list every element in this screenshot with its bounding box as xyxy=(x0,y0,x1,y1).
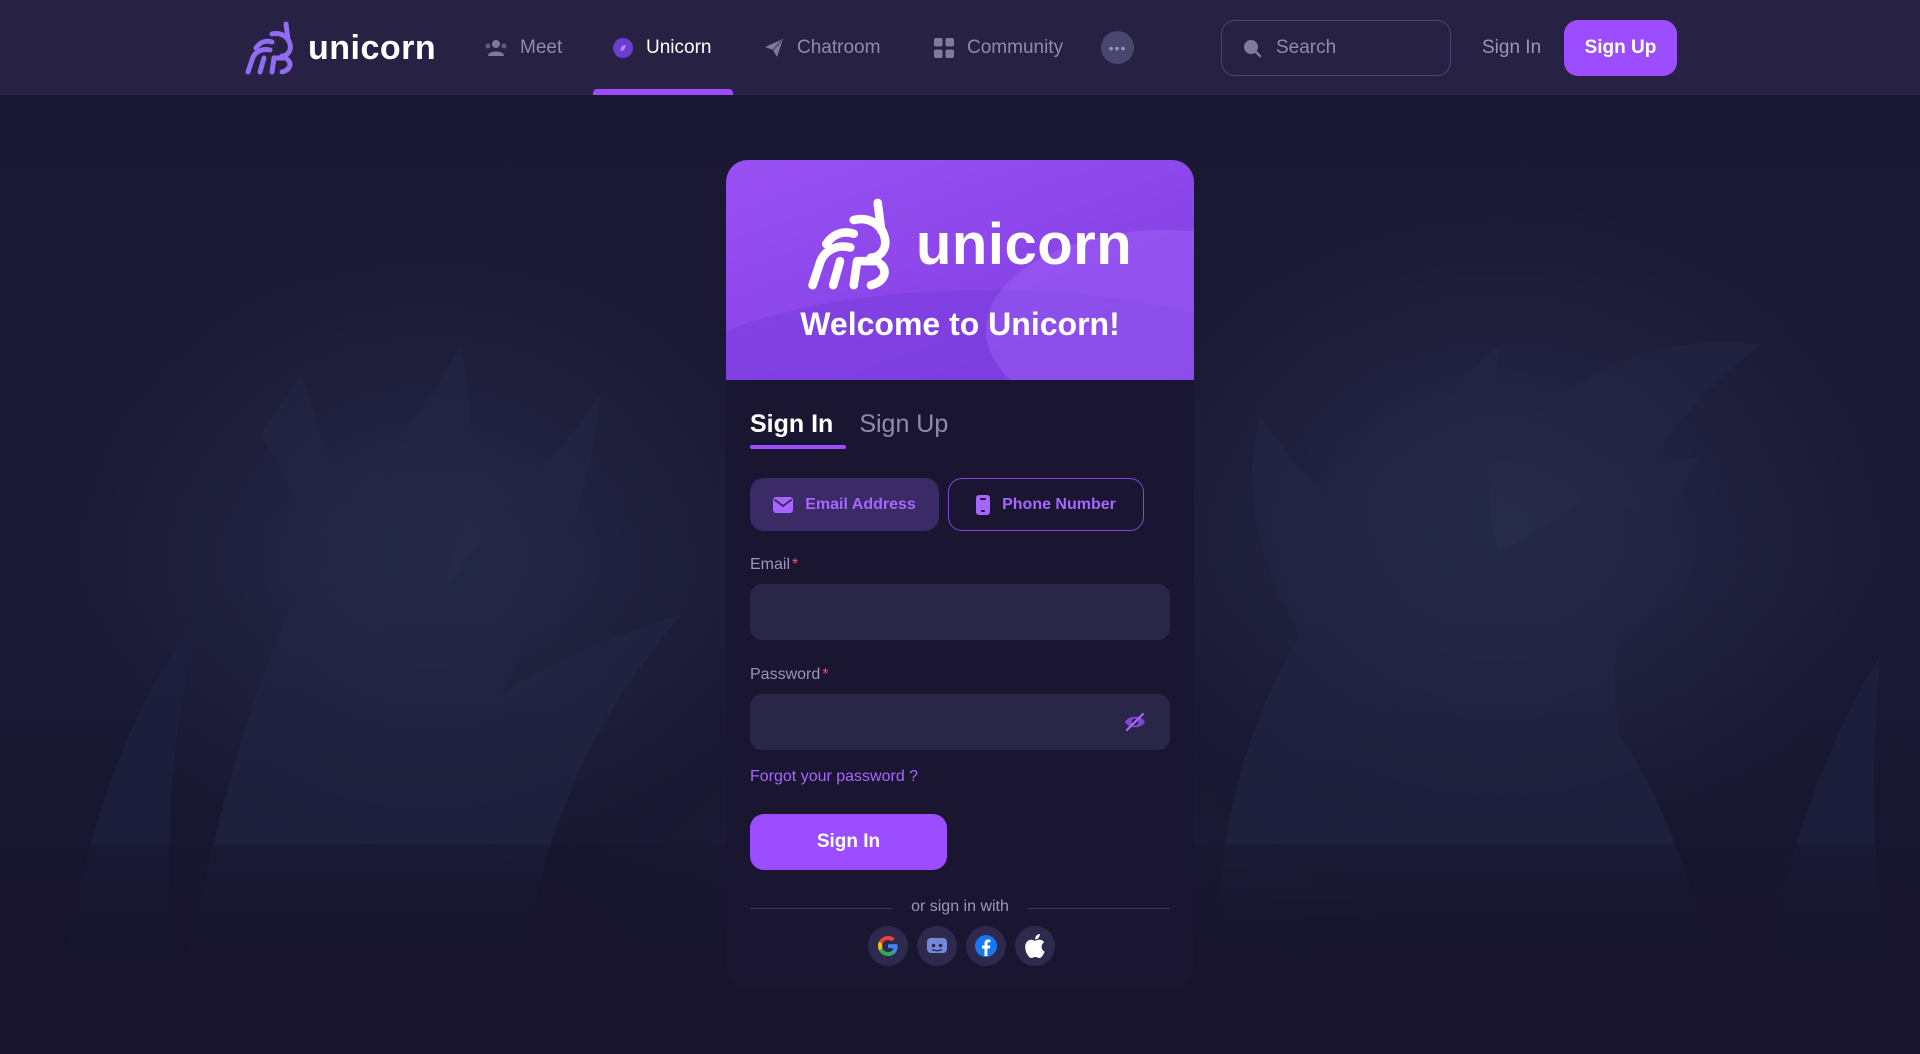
paper-plane-icon xyxy=(765,37,784,57)
unicorn-logo-icon xyxy=(245,21,293,75)
tab-sign-up[interactable]: Sign Up xyxy=(859,410,948,449)
nav-label-community: Community xyxy=(967,36,1064,58)
nav-label-chatroom: Chatroom xyxy=(797,36,881,58)
search-icon xyxy=(1244,40,1262,58)
nav-sign-in-link[interactable]: Sign In xyxy=(1482,20,1541,76)
phone-mode-button[interactable]: Phone Number xyxy=(948,478,1144,531)
nav-item-chatroom[interactable]: Chatroom xyxy=(763,0,880,95)
grid-icon xyxy=(934,37,954,58)
password-label-text: Password xyxy=(750,666,821,683)
top-navbar: unicorn Meet Unicorn Chatroom Community … xyxy=(0,0,1920,95)
email-label-text: Email xyxy=(750,556,791,573)
card-brand-logo: unicorn xyxy=(802,196,1132,292)
password-label: Password * xyxy=(750,666,828,684)
welcome-heading: Welcome to Unicorn! xyxy=(800,306,1120,342)
google-icon xyxy=(878,936,898,956)
auth-tabs: Sign In Sign Up xyxy=(750,410,948,449)
nav-sign-up-button[interactable]: Sign Up xyxy=(1564,20,1677,76)
nav-item-unicorn[interactable]: Unicorn xyxy=(612,0,711,95)
password-field-wrapper xyxy=(750,694,1170,750)
email-field-wrapper xyxy=(750,584,1170,640)
mail-icon xyxy=(773,496,794,513)
nav-item-meet[interactable]: Meet xyxy=(484,0,562,95)
facebook-login-button[interactable] xyxy=(966,926,1006,966)
more-menu-button[interactable]: ••• xyxy=(1101,31,1134,64)
apple-login-button[interactable] xyxy=(1015,926,1055,966)
brand-name: unicorn xyxy=(308,28,437,67)
eye-off-icon[interactable] xyxy=(1124,712,1146,732)
required-mark: * xyxy=(822,666,829,683)
google-login-button[interactable] xyxy=(868,926,908,966)
nav-label-unicorn: Unicorn xyxy=(646,36,712,58)
email-field[interactable] xyxy=(750,584,1170,640)
card-brand-name: unicorn xyxy=(916,211,1133,277)
sign-in-submit-button[interactable]: Sign In xyxy=(750,814,947,870)
divider-line xyxy=(1028,908,1170,909)
users-icon xyxy=(485,39,507,56)
apple-icon xyxy=(1025,934,1045,958)
email-label: Email * xyxy=(750,556,798,574)
password-field[interactable] xyxy=(750,694,1170,750)
search-box[interactable] xyxy=(1221,20,1451,76)
active-nav-indicator xyxy=(593,89,733,95)
phone-mode-label: Phone Number xyxy=(1002,495,1116,513)
nav-label-meet: Meet xyxy=(520,36,563,58)
search-input[interactable] xyxy=(1276,37,1426,59)
discord-icon xyxy=(927,938,947,953)
more-icon: ••• xyxy=(1108,39,1127,56)
email-mode-label: Email Address xyxy=(805,495,916,513)
forgot-password-link[interactable]: Forgot your password ? xyxy=(750,768,918,786)
divider-text: or sign in with xyxy=(911,898,1009,915)
unicorn-logo-icon xyxy=(808,198,890,290)
phone-icon xyxy=(976,494,991,515)
compass-icon xyxy=(613,37,633,58)
auth-card: unicorn Welcome to Unicorn! Sign In Sign… xyxy=(726,160,1194,988)
auth-card-header: unicorn Welcome to Unicorn! xyxy=(726,160,1194,380)
email-mode-button[interactable]: Email Address xyxy=(750,478,939,531)
facebook-icon xyxy=(975,935,997,957)
social-login-buttons xyxy=(868,926,1055,966)
brand-logo[interactable]: unicorn xyxy=(242,20,436,76)
social-divider: or sign in with xyxy=(750,898,1170,918)
nav-item-community[interactable]: Community xyxy=(933,0,1063,95)
tab-sign-in[interactable]: Sign In xyxy=(750,410,847,449)
required-mark: * xyxy=(792,556,799,573)
discord-login-button[interactable] xyxy=(917,926,957,966)
